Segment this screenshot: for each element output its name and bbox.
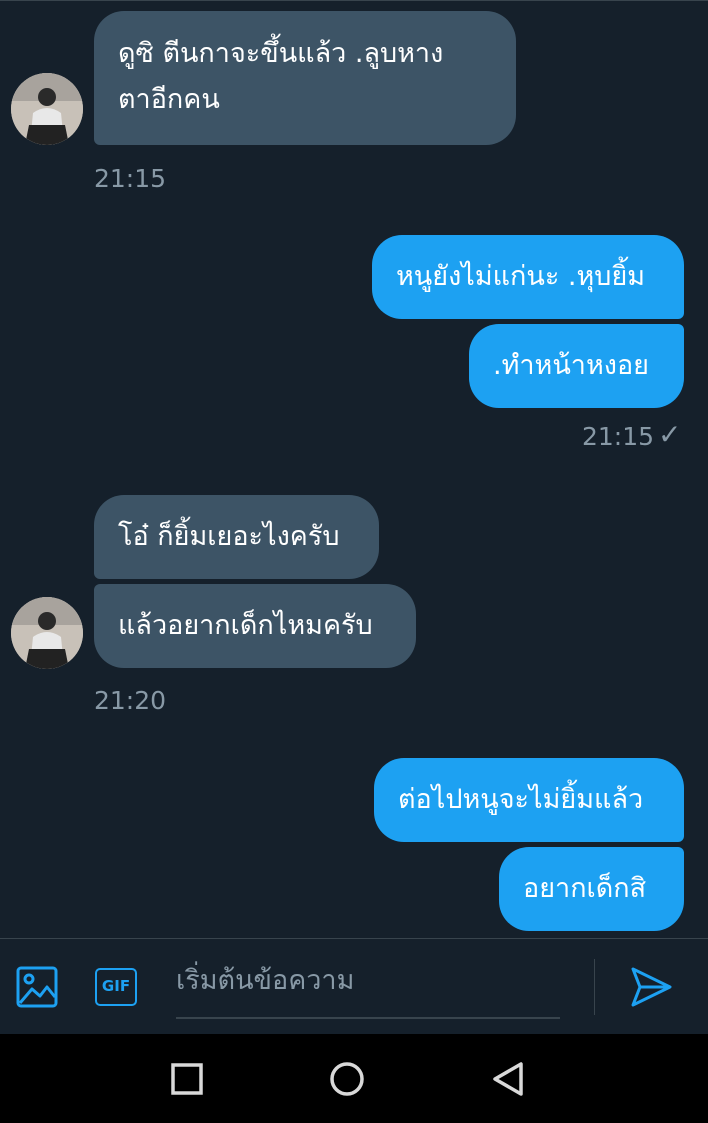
- system-navigation-bar: [0, 1034, 708, 1123]
- divider: [0, 0, 708, 1]
- recents-icon[interactable]: [168, 1060, 206, 1098]
- incoming-message[interactable]: แล้วอยากเด็กไหมครับ: [94, 584, 416, 668]
- divider: [594, 959, 595, 1015]
- message-text: อยากเด็กสิ: [523, 873, 647, 904]
- incoming-message[interactable]: ดูซิ ตีนกาจะขึ้นแล้ว .ลูบหาง ตาอีกคน: [94, 11, 516, 145]
- incoming-message[interactable]: โอ๋ ก็ยิ้มเยอะไงครับ: [94, 495, 379, 579]
- avatar[interactable]: [11, 73, 83, 145]
- image-icon[interactable]: [14, 965, 60, 1009]
- gif-button[interactable]: GIF: [95, 968, 137, 1006]
- message-input[interactable]: เริ่มต้นข้อความ: [176, 959, 560, 1019]
- message-text: แล้วอยากเด็กไหมครับ: [118, 610, 373, 641]
- avatar-photo: [11, 597, 83, 669]
- avatar[interactable]: [11, 597, 83, 669]
- send-icon[interactable]: [628, 965, 674, 1009]
- message-text: ต่อไปหนูจะไม่ยิ้มแล้ว: [398, 784, 644, 815]
- message-text: .ทำหน้าหงอย: [493, 350, 649, 381]
- message-text-line: ตาอีกคน: [118, 84, 220, 115]
- message-text: หนูยังไม่แก่นะ .หุบยิ้ม: [396, 261, 646, 292]
- outgoing-message[interactable]: หนูยังไม่แก่นะ .หุบยิ้ม: [372, 235, 684, 319]
- message-timestamp: 21:15: [582, 422, 655, 451]
- message-text-line: ดูซิ ตีนกาจะขึ้นแล้ว .ลูบหาง: [118, 38, 444, 69]
- checkmark-icon: ✓: [658, 418, 682, 451]
- outgoing-message[interactable]: อยากเด็กสิ: [499, 847, 684, 931]
- outgoing-message[interactable]: ต่อไปหนูจะไม่ยิ้มแล้ว: [374, 758, 684, 842]
- message-composer: GIF เริ่มต้นข้อความ: [0, 938, 708, 1034]
- avatar-photo: [11, 73, 83, 145]
- message-text: โอ๋ ก็ยิ้มเยอะไงครับ: [118, 521, 340, 552]
- back-icon[interactable]: [490, 1060, 528, 1098]
- conversation-thread[interactable]: ดูซิ ตีนกาจะขึ้นแล้ว .ลูบหาง ตาอีกคน 21:…: [0, 0, 708, 938]
- home-icon[interactable]: [328, 1060, 366, 1098]
- message-timestamp: 21:15: [94, 164, 167, 193]
- message-timestamp: 21:20: [94, 686, 167, 715]
- outgoing-message[interactable]: .ทำหน้าหงอย: [469, 324, 684, 408]
